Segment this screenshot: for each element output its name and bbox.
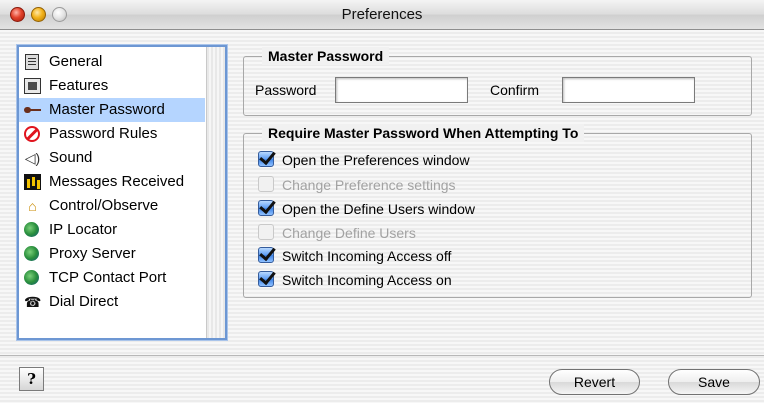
require-master-password-group: Require Master Password When Attempting …: [243, 124, 752, 298]
control-icon: ⌂: [28, 198, 37, 214]
document-icon: [25, 54, 39, 70]
sidebar-item-label: TCP Contact Port: [49, 269, 167, 286]
password-label: Password: [255, 82, 317, 98]
features-icon: [24, 78, 41, 94]
checkbox[interactable]: [258, 247, 274, 263]
group-title: Master Password: [262, 47, 390, 65]
sidebar-item-master-password[interactable]: Master Password: [19, 98, 205, 122]
globe-icon: [24, 246, 39, 261]
confirm-label: Confirm: [490, 82, 540, 98]
sidebar-item-label: Messages Received: [49, 173, 185, 190]
sidebar-item-label: Proxy Server: [49, 245, 136, 262]
sidebar-item-tcp-contact-port[interactable]: TCP Contact Port: [19, 266, 205, 290]
sidebar-item-control-observe[interactable]: ⌂ Control/Observe: [19, 194, 205, 218]
checkbox-label: Change Preference settings: [282, 177, 456, 193]
telephone-icon: ☎: [24, 294, 42, 310]
confirm-password-field[interactable]: [562, 77, 695, 103]
window-title: Preferences: [341, 6, 423, 23]
checkbox[interactable]: [258, 200, 274, 216]
messages-icon: [24, 174, 41, 190]
sidebar-item-label: Dial Direct: [49, 293, 119, 310]
footer-divider: [0, 355, 764, 356]
sidebar-item-ip-locator[interactable]: IP Locator: [19, 218, 205, 242]
checkbox-label: Open the Preferences window: [282, 152, 470, 168]
help-button[interactable]: ?: [19, 367, 44, 391]
sidebar-item-proxy-server[interactable]: Proxy Server: [19, 242, 205, 266]
sidebar-item-label: IP Locator: [49, 221, 118, 238]
checkbox: [258, 176, 274, 192]
speaker-icon: ◁): [24, 150, 41, 166]
sidebar-item-dial-direct[interactable]: ☎ Dial Direct: [19, 290, 205, 314]
sidebar-item-general[interactable]: General: [19, 50, 205, 74]
sidebar-scrollbar[interactable]: [206, 47, 225, 338]
checkbox-label: Open the Define Users window: [282, 201, 475, 217]
sidebar-item-features[interactable]: Features: [19, 74, 205, 98]
sidebar-item-label: Control/Observe: [49, 197, 159, 214]
group-title: Require Master Password When Attempting …: [262, 124, 585, 142]
checkbox-label: Switch Incoming Access on: [282, 272, 452, 288]
sidebar-item-label: General: [49, 53, 103, 70]
sidebar-item-label: Master Password: [49, 101, 165, 118]
sidebar-item-password-rules[interactable]: Password Rules: [19, 122, 205, 146]
sidebar-item-label: Sound: [49, 149, 93, 166]
checkbox-label: Change Define Users: [282, 225, 416, 241]
sidebar-item-label: Password Rules: [49, 125, 158, 142]
sidebar-item-messages-received[interactable]: Messages Received: [19, 170, 205, 194]
save-button[interactable]: Save: [668, 369, 760, 395]
sidebar-item-label: Features: [49, 77, 109, 94]
preferences-category-list[interactable]: General Features Master Password Passwor…: [17, 45, 227, 340]
checkbox-label: Switch Incoming Access off: [282, 248, 452, 264]
prohibited-icon: [24, 126, 40, 142]
checkbox: [258, 224, 274, 240]
globe-icon: [24, 222, 39, 237]
revert-button[interactable]: Revert: [549, 369, 640, 395]
key-icon: [24, 102, 41, 118]
sidebar-item-sound[interactable]: ◁) Sound: [19, 146, 205, 170]
checkbox[interactable]: [258, 271, 274, 287]
checkbox[interactable]: [258, 151, 274, 167]
globe-icon: [24, 270, 39, 285]
title-bar: Preferences: [0, 0, 764, 30]
master-password-group: Master Password Password Confirm: [243, 47, 752, 116]
password-field[interactable]: [335, 77, 468, 103]
